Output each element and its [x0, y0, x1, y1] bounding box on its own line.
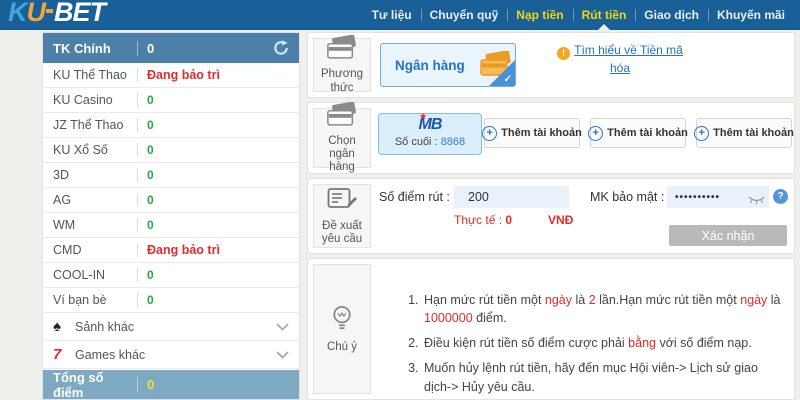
logo-letters-bet: BET [54, 0, 105, 27]
bank-cards-icon [326, 102, 358, 132]
section-label: Phương thức [314, 68, 370, 94]
refresh-icon[interactable] [273, 40, 289, 56]
main-account-label: TK Chính [53, 41, 137, 56]
confirm-button[interactable]: Xác nhận [669, 225, 787, 246]
sidebar-account-row: COOL-IN0 [43, 263, 299, 288]
section-label: Chú ý [325, 341, 359, 354]
section-bank-select: Chọn ngân hàng ★MB Số cuối : 8868 +Thêm … [307, 102, 795, 174]
eye-closed-icon[interactable] [748, 192, 765, 210]
help-question-icon[interactable]: ? [773, 189, 788, 204]
plus-circle-icon: + [482, 126, 497, 141]
currency-label: VNĐ [548, 213, 573, 227]
mb-bank-logo: ★MB [419, 117, 442, 133]
note-item: Điều kiện rút tiền số điểm cược phải bằn… [422, 334, 784, 352]
sidebar-account-row: CMDĐang bảo trì [43, 238, 299, 263]
sidebar-account-row: JZ Thể Thao0 [43, 113, 299, 138]
bulb-icon [329, 304, 355, 338]
sidebar-header: TK Chính 0 [43, 33, 299, 63]
request-form-icon [327, 186, 357, 217]
bank-select-iconbox: Chọn ngân hàng [313, 108, 371, 168]
bank-card-mb[interactable]: ★MB Số cuối : 8868 [378, 113, 482, 155]
bank-method-button[interactable]: Ngân hàng ✓ [380, 43, 516, 87]
add-account-button[interactable]: +Thêm tài khoản [696, 118, 792, 148]
sidebar-account-row: Ví bạn bè0 [43, 288, 299, 313]
sidebar-group-games-khac[interactable]: 7 Games khác [43, 341, 299, 369]
nav-item[interactable]: Nạp tiền [507, 0, 572, 30]
slot-seven-icon: 7 [53, 346, 71, 363]
sidebar-account-list: KU Thể ThaoĐang bảo trìKU Casino0JZ Thể … [43, 63, 299, 313]
sidebar-account-row: KU Thể ThaoĐang bảo trì [43, 63, 299, 88]
selected-check-icon: ✓ [489, 60, 515, 86]
crypto-link-text: Tìm hiểu về Tiền mã hóa [574, 43, 683, 75]
nav-item[interactable]: Tư liệu [363, 0, 421, 30]
brand-logo[interactable]: KU BET [8, 0, 105, 28]
section-label: Chọn ngân hàng [314, 135, 370, 175]
total-points-label: Tổng số điểm [53, 370, 137, 400]
total-points-value: 0 [147, 377, 154, 392]
note-item: Muốn hủy lệnh rút tiền, hãy đến mục Hội … [422, 359, 784, 395]
group-label: Games khác [75, 348, 145, 362]
sidebar-account-row: AG0 [43, 188, 299, 213]
add-account-button[interactable]: +Thêm tài khoản [484, 118, 580, 148]
amount-input[interactable] [454, 186, 569, 208]
logo-letter-u: U [27, 0, 46, 27]
nav-item[interactable]: Giao dịch [635, 0, 708, 30]
request-iconbox: Đề xuất yêu cầu [313, 184, 371, 248]
notes-iconbox: Chú ý [313, 264, 371, 394]
bank-method-label: Ngân hàng [395, 58, 465, 73]
section-notes: Chú ý Hạn mức rút tiền một ngày là 2 lần… [307, 258, 795, 400]
nav-item[interactable]: Khuyến mãi [708, 0, 794, 30]
section-method: Phương thức Ngân hàng ✓ ! Tìm hiểu về Tiề… [307, 32, 795, 98]
logo-dash-icon [46, 9, 53, 13]
bank-cards-icon [326, 35, 358, 65]
chevron-down-icon [276, 351, 289, 359]
method-iconbox: Phương thức [313, 38, 371, 92]
top-header: KU BET Tư liệuChuyển quỹNạp tiềnRút tiềnG… [0, 0, 800, 30]
section-label: Đề xuất yêu cầu [314, 220, 370, 246]
sidebar-account-row: 3D0 [43, 163, 299, 188]
add-account-button[interactable]: +Thêm tài khoản [590, 118, 686, 148]
plus-circle-icon: + [588, 126, 603, 141]
nav-item[interactable]: Chuyển quỹ [421, 0, 508, 30]
withdraw-panel: Phương thức Ngân hàng ✓ ! Tìm hiểu về Tiề… [307, 32, 795, 400]
sidebar-group-sanh-khac[interactable]: ♠ Sảnh khác [43, 313, 299, 341]
sidebar: TK Chính 0 KU Thể ThaoĐang bảo trìKU Cas… [42, 32, 300, 400]
amount-label: Số điểm rút : [379, 190, 450, 204]
sidebar-total-footer: Tổng số điểm 0 [43, 370, 299, 399]
main-account-balance: 0 [147, 41, 154, 56]
info-icon: ! [557, 47, 570, 60]
mb-star-icon: ★ [420, 113, 426, 121]
sidebar-account-row: KU Xổ Số0 [43, 138, 299, 163]
spade-icon: ♠ [53, 318, 71, 335]
card-last-digits: Số cuối : 8868 [379, 136, 481, 148]
main-nav: Tư liệuChuyển quỹNạp tiềnRút tiềnGiao dị… [363, 0, 794, 30]
sidebar-account-row: KU Casino0 [43, 88, 299, 113]
password-label: MK bảo mật : [590, 190, 664, 204]
group-label: Sảnh khác [75, 320, 134, 334]
actual-amount: Thực tế : 0 [454, 213, 512, 227]
chevron-down-icon [276, 323, 289, 331]
note-item: Hạn mức rút tiền một ngày là 2 lần.Hạn m… [422, 291, 784, 327]
section-request: Đề xuất yêu cầu Số điểm rút : Thực tế : … [307, 178, 795, 254]
sidebar-account-row: WM0 [43, 213, 299, 238]
crypto-info-link[interactable]: ! Tìm hiểu về Tiền mã hóa [556, 42, 684, 77]
logo-letter-k: K [8, 0, 27, 27]
notes-list: Hạn mức rút tiền một ngày là 2 lần.Hạn m… [376, 291, 784, 396]
nav-item[interactable]: Rút tiền [573, 0, 636, 30]
page: KUBET Tư liệuChuyển quỹNạp tiềnRút tiềnG… [0, 0, 800, 400]
plus-circle-icon: + [694, 126, 709, 141]
